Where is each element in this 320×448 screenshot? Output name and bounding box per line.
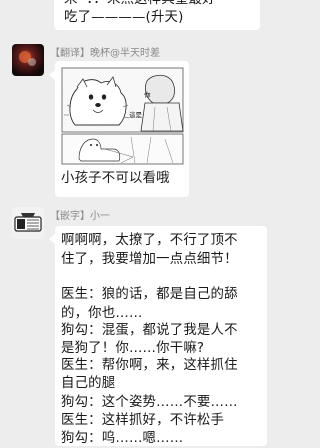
message-line: 狗勾：这个姿势……不要…… <box>61 395 238 410</box>
message-line: 医生：这样抓好，不许松手 <box>61 413 225 428</box>
sender-name-typesetter: 【嵌字】小一 <box>50 211 110 222</box>
avatar-translator-image <box>12 44 44 76</box>
message-bubble-top[interactable]: 末 ．．末点这样具望最好 吃了————(升天) <box>54 0 260 30</box>
sender-name-translator: 【翻译】晚杯@半天时差 <box>50 48 160 59</box>
manga-image[interactable]: 這是 你 <box>61 67 184 165</box>
avatar-typesetter-image <box>12 207 44 239</box>
manga-label-a: 這是 <box>129 110 143 119</box>
message-text-top: 吃了————(升天) <box>64 10 184 25</box>
message-line: 啊啊啊，太撩了，不行了顶不 <box>61 233 238 248</box>
message-text-translator: 小孩子不可以看哦 <box>61 171 170 186</box>
message-bubble-translator[interactable]: 這是 你 小孩子不可以看哦 <box>55 61 189 197</box>
avatar-typesetter[interactable] <box>12 207 44 239</box>
message-line: 住了，我要增加一点点细节！ <box>61 252 238 267</box>
manga-label-b: 你 <box>144 90 151 99</box>
message-line: 自己的腿 <box>61 376 116 391</box>
message-text-top-partial: 末 ．．末点这样具望最好 <box>64 0 216 9</box>
message-line: 狗勾：呜……嗯…… <box>61 431 184 446</box>
avatar-translator[interactable] <box>12 44 44 76</box>
message-line: 医生：帮你啊，来，这样抓住 <box>61 358 238 373</box>
message-line: 狗勾：混蛋，都说了我是人不 <box>61 323 238 338</box>
message-bubble-typesetter[interactable]: 啊啊啊，太撩了，不行了顶不 住了，我要增加一点点细节！ 医生：狼的话，都是自己的… <box>55 226 267 446</box>
message-line: 医生：狼的话，都是自己的舔 <box>61 287 238 302</box>
message-line: 的，你也…… <box>61 306 143 321</box>
message-line: 是狗了！你……你干嘛? <box>61 341 205 356</box>
